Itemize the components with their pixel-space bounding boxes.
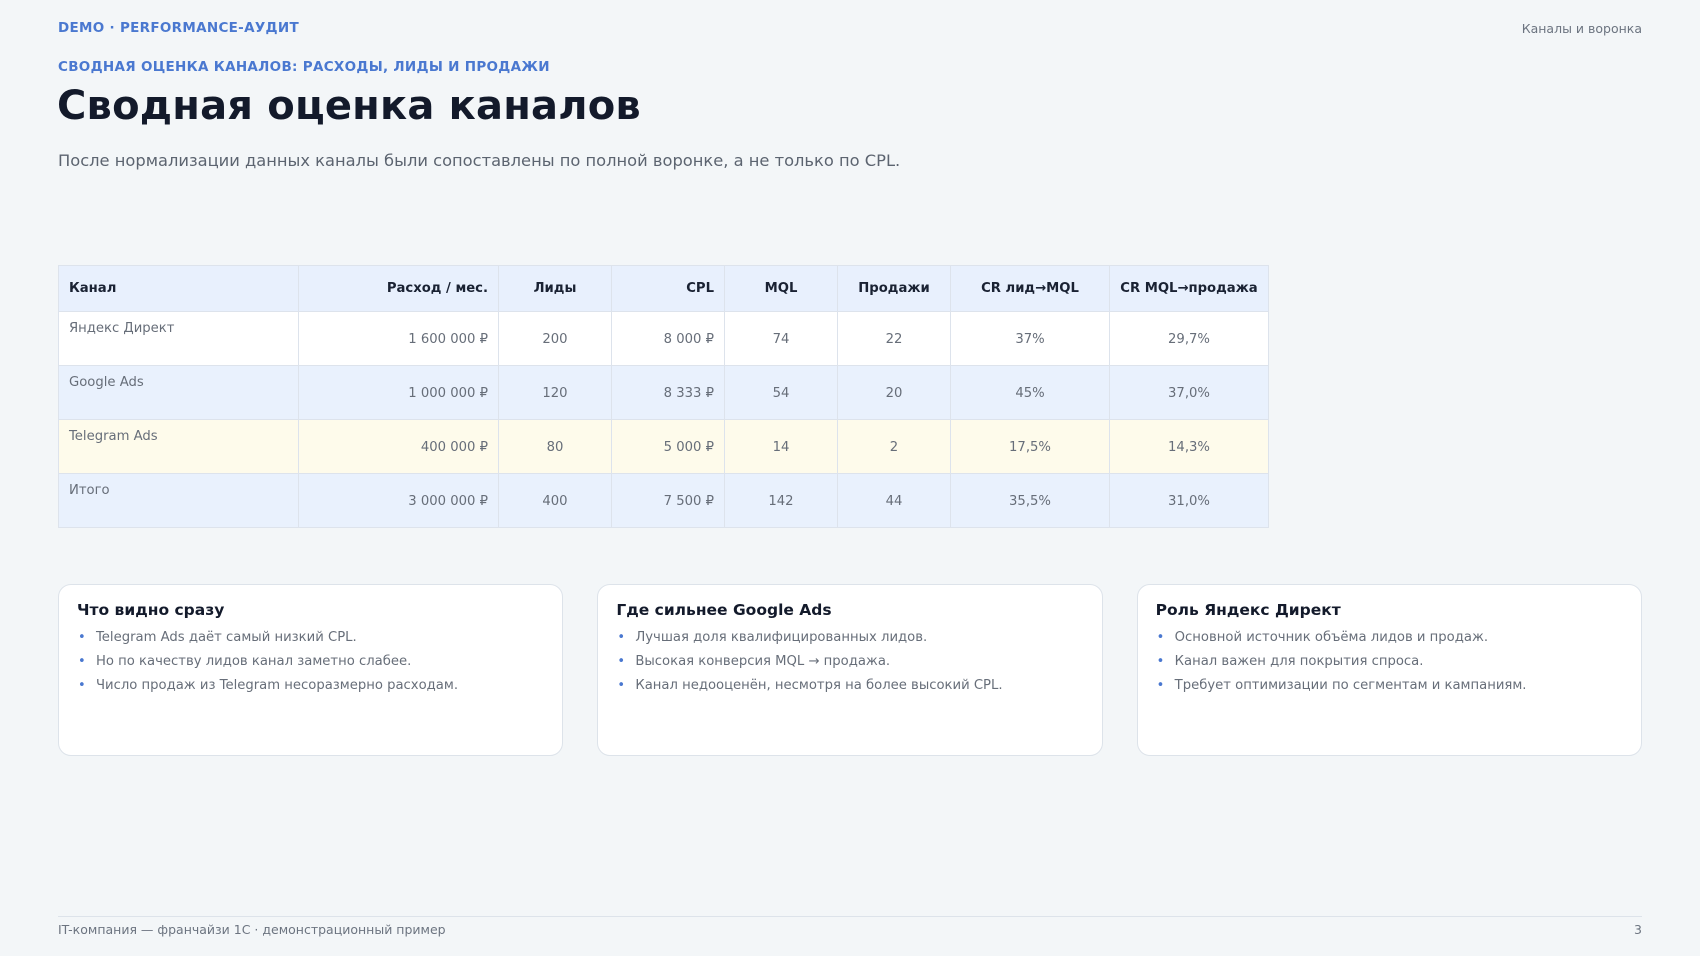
col-header-cpl: CPL xyxy=(611,265,725,312)
cell-cr-lead-mql: 17,5% xyxy=(950,419,1110,474)
page-title: Сводная оценка каналов xyxy=(57,83,641,129)
cell-cr-mql-sale: 37,0% xyxy=(1109,365,1269,420)
bullet-icon: • xyxy=(78,654,86,669)
cell-cr-lead-mql: 45% xyxy=(950,365,1110,420)
top-bar: DEMO · PERFORMANCE-АУДИТ Каналы и воронк… xyxy=(58,19,1642,37)
bullet-icon: • xyxy=(617,654,625,669)
card-list: • Основной источник объёма лидов и продаж… xyxy=(1156,626,1623,698)
cell-channel: Яндекс Директ xyxy=(58,311,299,366)
list-item: • Лучшая доля квалифицированных лидов. xyxy=(616,626,1083,650)
list-item: • Канал недооценён, несмотря на более выс… xyxy=(616,674,1083,698)
table-row: Яндекс Директ 1 600 000 ₽ 200 8 000 ₽ 74… xyxy=(58,311,1269,366)
cell-cr-mql-sale: 14,3% xyxy=(1109,419,1269,474)
bullet-icon: • xyxy=(1156,678,1165,693)
bullet-icon: • xyxy=(1156,654,1165,669)
list-item-text: Канал важен для покрытия спроса. xyxy=(1174,654,1424,669)
list-item: • Число продаж из Telegram несоразмерно р… xyxy=(77,674,544,698)
channels-table: Канал Расход / мес. Лиды CPL MQL Продажи… xyxy=(58,265,1269,528)
list-item-text: Число продаж из Telegram несоразмерно ра… xyxy=(96,678,459,693)
cell-leads: 80 xyxy=(498,419,612,474)
cell-sales: 20 xyxy=(837,365,951,420)
cell-leads: 400 xyxy=(498,473,612,528)
card-title: Роль Яндекс Директ xyxy=(1155,601,1341,619)
cell-channel: Google Ads xyxy=(58,365,299,420)
cell-leads: 120 xyxy=(498,365,612,420)
insight-card: Роль Яндекс Директ • Основной источник об… xyxy=(1136,584,1642,756)
bullet-icon: • xyxy=(78,678,86,693)
col-header-mql: MQL xyxy=(724,265,838,312)
list-item: • Канал важен для покрытия спроса. xyxy=(1156,650,1623,674)
insight-card: Что видно сразу • Telegram Ads даёт самый… xyxy=(58,584,564,756)
cell-channel: Итого xyxy=(58,473,299,528)
card-title: Где сильнее Google Ads xyxy=(616,601,832,619)
col-header-channel: Канал xyxy=(58,265,299,312)
eyebrow: СВОДНАЯ ОЦЕНКА КАНАЛОВ: РАСХОДЫ, ЛИДЫ И … xyxy=(58,59,550,75)
cell-cpl: 8 333 ₽ xyxy=(611,365,725,420)
footer-divider xyxy=(58,916,1642,917)
list-item-text: Канал недооценён, несмотря на более высо… xyxy=(635,678,1003,693)
cell-cr-lead-mql: 35,5% xyxy=(950,473,1110,528)
cell-spend: 3 000 000 ₽ xyxy=(298,473,499,528)
lead-text: После нормализации данных каналы были со… xyxy=(58,151,901,170)
col-header-leads: Лиды xyxy=(498,265,612,312)
table-row-highlighted: Telegram Ads 400 000 ₽ 80 5 000 ₽ 14 2 1… xyxy=(58,419,1269,474)
bullet-icon: • xyxy=(78,630,86,645)
col-header-sales: Продажи xyxy=(837,265,951,312)
section-label: Каналы и воронка xyxy=(1521,20,1642,36)
cell-spend: 1 000 000 ₽ xyxy=(298,365,499,420)
brand-label: DEMO · PERFORMANCE-АУДИТ xyxy=(58,20,299,36)
cell-mql: 14 xyxy=(724,419,838,474)
list-item-text: Высокая конверсия MQL → продажа. xyxy=(635,654,891,669)
insight-cards: Что видно сразу • Telegram Ads даёт самый… xyxy=(58,584,1642,756)
card-title: Что видно сразу xyxy=(77,601,225,619)
cell-spend: 1 600 000 ₽ xyxy=(298,311,499,366)
cell-cpl: 8 000 ₽ xyxy=(611,311,725,366)
table-row: Google Ads 1 000 000 ₽ 120 8 333 ₽ 54 20… xyxy=(58,365,1269,420)
cell-sales: 2 xyxy=(837,419,951,474)
table-header-row: Канал Расход / мес. Лиды CPL MQL Продажи… xyxy=(58,265,1269,312)
list-item-text: Лучшая доля квалифицированных лидов. xyxy=(635,630,928,645)
cell-mql: 54 xyxy=(724,365,838,420)
cell-mql: 74 xyxy=(724,311,838,366)
cell-cpl: 5 000 ₽ xyxy=(611,419,725,474)
list-item: • Но по качеству лидов канал заметно слаб… xyxy=(77,650,544,674)
col-header-spend: Расход / мес. xyxy=(298,265,499,312)
list-item: • Высокая конверсия MQL → продажа. xyxy=(616,650,1083,674)
list-item-text: Telegram Ads даёт самый низкий CPL. xyxy=(96,630,357,645)
list-item-text: Основной источник объёма лидов и продаж. xyxy=(1174,630,1489,645)
list-item-text: Но по качеству лидов канал заметно слабе… xyxy=(96,654,412,669)
insight-card: Где сильнее Google Ads • Лучшая доля квал… xyxy=(597,584,1103,756)
footer: IT-компания — франчайзи 1С · демонстраци… xyxy=(58,922,1642,937)
col-header-cr-mql-sale: CR MQL→продажа xyxy=(1109,265,1269,312)
cell-mql: 142 xyxy=(724,473,838,528)
cell-sales: 22 xyxy=(837,311,951,366)
bullet-icon: • xyxy=(1156,630,1165,645)
list-item: • Telegram Ads даёт самый низкий CPL. xyxy=(77,626,544,650)
cell-cpl: 7 500 ₽ xyxy=(611,473,725,528)
footer-caption: IT-компания — франчайзи 1С · демонстраци… xyxy=(58,922,446,937)
bullet-icon: • xyxy=(617,678,625,693)
cell-cr-lead-mql: 37% xyxy=(950,311,1110,366)
card-list: • Telegram Ads даёт самый низкий CPL. • Но… xyxy=(77,626,544,698)
col-header-cr-lead-mql: CR лид→MQL xyxy=(950,265,1110,312)
list-item-text: Требует оптимизации по сегментам и кампа… xyxy=(1174,678,1527,693)
cell-leads: 200 xyxy=(498,311,612,366)
bullet-icon: • xyxy=(617,630,625,645)
table-row-total: Итого 3 000 000 ₽ 400 7 500 ₽ 142 44 35,… xyxy=(58,473,1269,528)
cell-channel: Telegram Ads xyxy=(58,419,299,474)
cell-spend: 400 000 ₽ xyxy=(298,419,499,474)
cell-cr-mql-sale: 31,0% xyxy=(1109,473,1269,528)
cell-cr-mql-sale: 29,7% xyxy=(1109,311,1269,366)
page-number: 3 xyxy=(1634,922,1642,937)
card-list: • Лучшая доля квалифицированных лидов. • В… xyxy=(616,626,1083,698)
cell-sales: 44 xyxy=(837,473,951,528)
list-item: • Требует оптимизации по сегментам и камп… xyxy=(1156,674,1623,698)
list-item: • Основной источник объёма лидов и продаж… xyxy=(1156,626,1623,650)
